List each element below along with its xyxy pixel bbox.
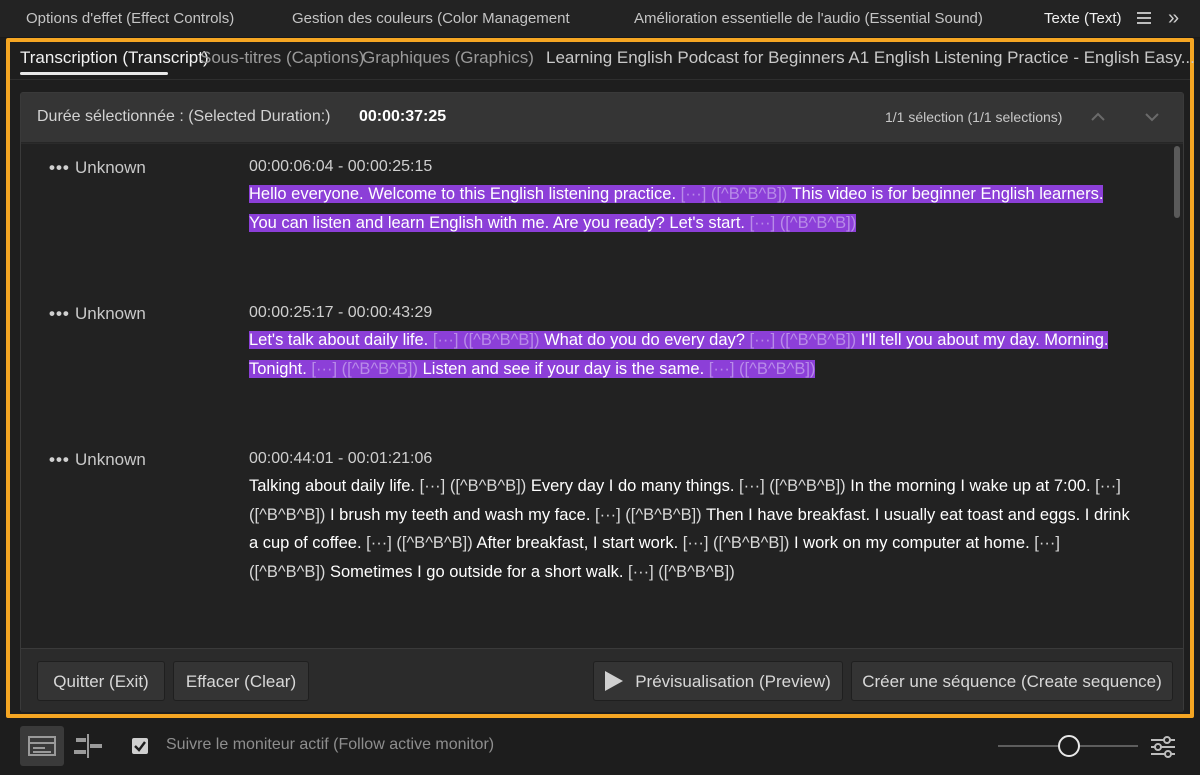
transcript-word-run[interactable]: Talking about daily life. xyxy=(249,477,420,495)
speaker[interactable]: ••• Unknown xyxy=(49,158,146,178)
transcript-word-run[interactable]: Listen and see if your day is the same. xyxy=(418,359,709,378)
timeline-sync-icon[interactable] xyxy=(66,726,110,766)
subtab-graphics[interactable]: Graphiques (Graphics) xyxy=(362,42,534,76)
selected-duration-bar: Durée sélectionnée : (Selected Duration:… xyxy=(21,93,1183,143)
pause-marker[interactable]: [···] ([^B^B^B]) xyxy=(432,331,540,349)
subtab-captions[interactable]: Sous-titres (Captions) xyxy=(200,42,364,76)
transcript-word-run[interactable]: Every day I do many things. xyxy=(526,477,739,495)
pause-marker[interactable]: [···] ([^B^B^B]) xyxy=(595,506,702,524)
pause-marker[interactable]: [···] ([^B^B^B]) xyxy=(708,359,816,378)
transcript-word-run[interactable]: I'll tell you about my day. Morning. xyxy=(856,331,1109,349)
transcript-scrollbar[interactable] xyxy=(1171,144,1183,648)
panel-tab-strip: Options d'effet (Effect Controls) Gestio… xyxy=(0,0,1200,38)
selected-duration-value: 00:00:37:25 xyxy=(359,108,447,125)
transcript-line[interactable]: Hello everyone. Welcome to this English … xyxy=(249,180,1161,209)
speaker-name: Unknown xyxy=(75,158,146,177)
transcript-text[interactable]: Let's talk about daily life. [···] ([^B^… xyxy=(249,326,1161,383)
hamburger-menu-icon[interactable] xyxy=(1134,9,1154,29)
bottom-toolbar: Suivre le moniteur actif (Follow active … xyxy=(0,718,1200,775)
preview-button-label: Prévisualisation (Preview) xyxy=(635,672,831,691)
speaker-menu-icon[interactable]: ••• xyxy=(49,158,75,178)
pause-marker[interactable]: [···] ([^B^B^B]) xyxy=(311,359,419,378)
timestamp: 00:00:06:04 - 00:00:25:15 xyxy=(249,158,433,175)
sequence-name: Learning English Podcast for Beginners A… xyxy=(546,48,1195,67)
speaker-name: Unknown xyxy=(75,304,146,323)
pause-marker[interactable]: [···] ([^B^B^B]) xyxy=(680,185,788,203)
transcript-word-run[interactable]: Sometimes I go outside for a short walk. xyxy=(325,563,628,581)
chevron-down-icon[interactable] xyxy=(1141,106,1163,128)
scrollbar-thumb[interactable] xyxy=(1174,146,1180,218)
transcript-word-run[interactable]: What do you do every day? xyxy=(539,331,750,349)
tab-text[interactable]: Texte (Text) xyxy=(1044,0,1122,38)
exit-button[interactable]: Quitter (Exit) xyxy=(37,661,165,701)
tab-essential-sound[interactable]: Amélioration essentielle de l'audio (Ess… xyxy=(634,0,983,38)
transcript-line[interactable]: Tonight. [···] ([^B^B^B]) Listen and see… xyxy=(249,355,1161,384)
speaker-menu-icon[interactable]: ••• xyxy=(49,450,75,470)
transcript-view-icon[interactable] xyxy=(20,726,64,766)
text-panel-subtabs: Transcription (Transcript) Sous-titres (… xyxy=(10,42,1195,80)
panel-overflow-icon[interactable]: » xyxy=(1168,0,1179,38)
selected-duration-label: Durée sélectionnée : (Selected Duration:… xyxy=(37,108,331,125)
create-sequence-button[interactable]: Créer une séquence (Create sequence) xyxy=(851,661,1173,701)
transcript-word-run[interactable]: Let's talk about daily life. xyxy=(249,331,433,349)
follow-monitor-label: Suivre le moniteur actif (Follow active … xyxy=(166,736,495,753)
transcript-text[interactable]: Hello everyone. Welcome to this English … xyxy=(249,180,1161,237)
pause-marker[interactable]: [···] ([^B^B^B]) xyxy=(628,563,735,581)
tab-effect-controls[interactable]: Options d'effet (Effect Controls) xyxy=(26,0,234,38)
transcript-word-run[interactable]: I brush my teeth and wash my face. xyxy=(325,506,595,524)
clear-button[interactable]: Effacer (Clear) xyxy=(173,661,309,701)
subtab-transcript[interactable]: Transcription (Transcript) xyxy=(20,42,209,76)
transcript-word-run[interactable]: In the morning I wake up at 7:00. xyxy=(846,477,1095,495)
transcript-text[interactable]: Talking about daily life. [···] ([^B^B^B… xyxy=(249,472,1161,586)
transcript-line[interactable]: a cup of coffee. [···] ([^B^B^B]) After … xyxy=(249,529,1161,558)
transcript-word-run[interactable]: After breakfast, I start work. xyxy=(473,534,683,552)
tab-color-management[interactable]: Gestion des couleurs (Color Management xyxy=(292,0,570,38)
transcript-list[interactable]: ••• Unknown 00:00:06:04 - 00:00:25:15 Hel… xyxy=(21,144,1171,648)
transcript-line[interactable]: ([^B^B^B]) I brush my teeth and wash my … xyxy=(249,501,1161,530)
play-icon xyxy=(605,670,624,691)
speaker[interactable]: ••• Unknown xyxy=(49,450,146,470)
transcript-line[interactable]: Let's talk about daily life. [···] ([^B^… xyxy=(249,326,1161,355)
transcript-line[interactable]: Talking about daily life. [···] ([^B^B^B… xyxy=(249,472,1161,501)
transcript-line[interactable]: You can listen and learn English with me… xyxy=(249,209,1161,238)
pause-marker[interactable]: [···] xyxy=(1034,534,1060,552)
pause-marker[interactable]: [···] ([^B^B^B]) xyxy=(749,213,857,232)
chevron-up-icon[interactable] xyxy=(1087,106,1109,128)
zoom-slider-knob[interactable] xyxy=(1058,735,1080,757)
preview-button[interactable]: Prévisualisation (Preview) xyxy=(593,661,843,701)
transcript-line[interactable]: ([^B^B^B]) Sometimes I go outside for a … xyxy=(249,558,1161,587)
pause-marker[interactable]: ([^B^B^B]) xyxy=(249,563,325,581)
transcript-footer: Quitter (Exit) Effacer (Clear) Prévisual… xyxy=(21,648,1183,712)
follow-monitor-checkbox[interactable] xyxy=(132,738,148,754)
transcript-word-run[interactable]: You can listen and learn English with me… xyxy=(249,213,750,232)
transcript-word-run[interactable]: Hello everyone. Welcome to this English … xyxy=(249,185,681,203)
transcript-word-run[interactable]: This video is for beginner English learn… xyxy=(787,185,1104,203)
selection-count: 1/1 sélection (1/1 selections) xyxy=(885,109,1063,125)
pause-marker[interactable]: [···] ([^B^B^B]) xyxy=(739,477,846,495)
transcript-panel: Durée sélectionnée : (Selected Duration:… xyxy=(20,92,1184,712)
speaker-name: Unknown xyxy=(75,450,146,469)
pause-marker[interactable]: [···] ([^B^B^B]) xyxy=(420,477,527,495)
transcript-word-run[interactable]: I work on my computer at home. xyxy=(789,534,1034,552)
pause-marker[interactable]: ([^B^B^B]) xyxy=(249,506,325,524)
pause-marker[interactable]: [···] ([^B^B^B]) xyxy=(683,534,790,552)
pause-marker[interactable]: [···] xyxy=(1095,477,1121,495)
transcript-word-run[interactable]: Tonight. xyxy=(249,359,312,378)
timestamp: 00:00:25:17 - 00:00:43:29 xyxy=(249,304,433,321)
timestamp: 00:00:44:01 - 00:01:21:06 xyxy=(249,450,433,467)
speaker[interactable]: ••• Unknown xyxy=(49,304,146,324)
speaker-menu-icon[interactable]: ••• xyxy=(49,304,75,324)
pause-marker[interactable]: [···] ([^B^B^B]) xyxy=(366,534,473,552)
transcript-word-run[interactable]: a cup of coffee. xyxy=(249,534,366,552)
sliders-settings-icon[interactable] xyxy=(1148,732,1178,762)
transcript-word-run[interactable]: Then I have breakfast. I usually eat toa… xyxy=(702,506,1130,524)
text-panel: Transcription (Transcript) Sous-titres (… xyxy=(6,38,1195,718)
active-tab-indicator xyxy=(20,72,168,75)
pause-marker[interactable]: [···] ([^B^B^B]) xyxy=(749,331,857,349)
